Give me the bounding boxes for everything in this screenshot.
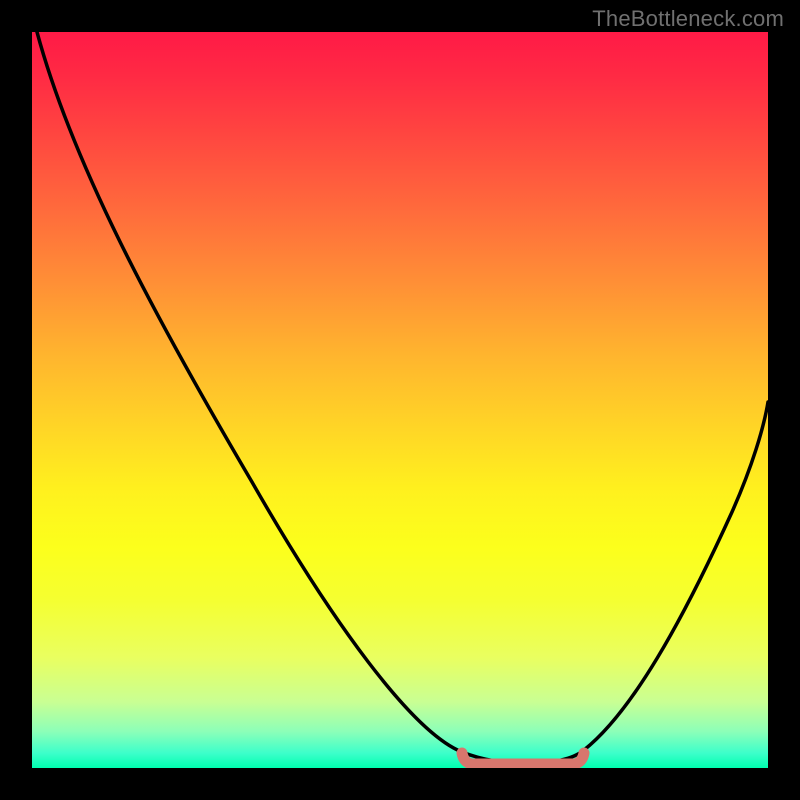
curve-overlay [32, 32, 768, 768]
gradient-plot-area [32, 32, 768, 768]
basin-marker [462, 753, 584, 764]
attribution-text: TheBottleneck.com [592, 6, 784, 32]
bottleneck-curve [37, 32, 768, 763]
chart-frame: TheBottleneck.com [0, 0, 800, 800]
